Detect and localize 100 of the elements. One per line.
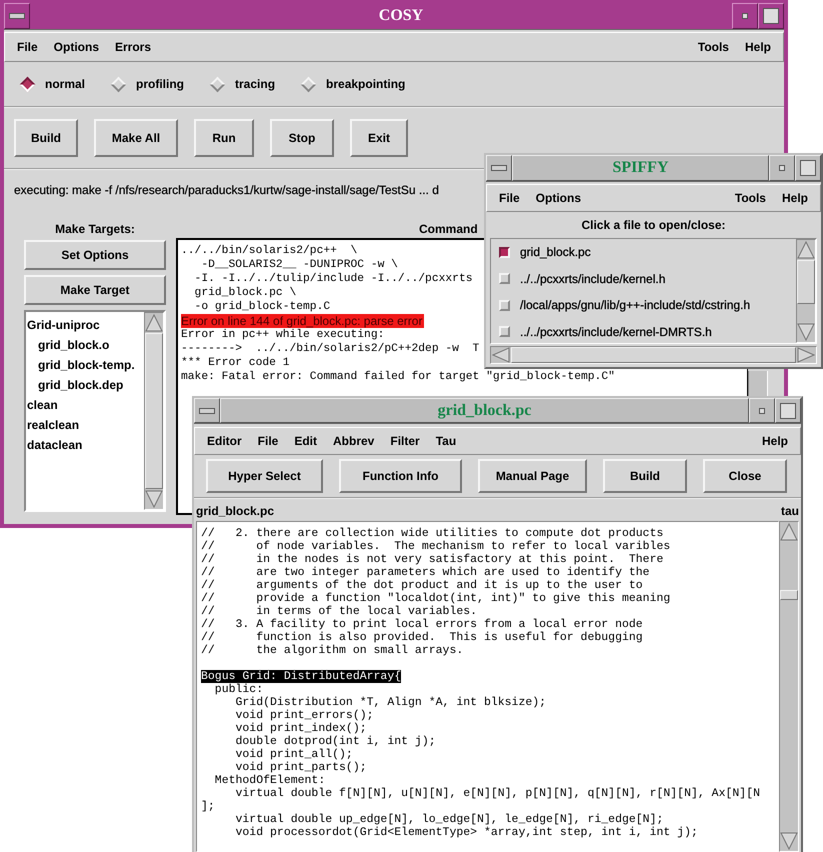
section-label: Command xyxy=(419,222,478,236)
menu-item[interactable]: Tools xyxy=(726,189,774,207)
toolbar-button[interactable]: Stop xyxy=(270,119,334,157)
radio-label[interactable]: breakpointing xyxy=(326,77,406,91)
target-item[interactable]: dataclean xyxy=(26,435,144,455)
radio-label[interactable]: normal xyxy=(45,77,86,91)
output-line: -I. -I../../tulip/include -I../../pcxxrts xyxy=(194,273,473,285)
checkbox[interactable] xyxy=(499,246,510,258)
window-menu-icon[interactable] xyxy=(491,165,507,171)
output-line: make: Fatal error: Command failed for target "grid_block-temp.C" xyxy=(181,371,615,383)
menu-item[interactable]: Tools xyxy=(690,38,737,56)
minimize-icon[interactable] xyxy=(779,165,785,171)
scrollbar[interactable] xyxy=(779,521,799,852)
code-line: void print_index(); xyxy=(234,722,367,735)
path-entry[interactable]: ../../pcxxrts/include/kernel-DMRTS.h xyxy=(520,324,712,339)
target-item[interactable]: clean xyxy=(26,395,144,415)
code-comment: // in terms of the local variables. xyxy=(201,605,478,618)
scroll-right-icon[interactable] xyxy=(796,347,816,363)
code-comment: // arguments of the dot product and it is up to the user to xyxy=(201,579,643,592)
action-button[interactable]: Make Target xyxy=(24,275,166,305)
toolbar-button[interactable]: Build xyxy=(14,119,78,157)
target-item[interactable]: Grid-uniproc xyxy=(26,315,144,335)
scrollbar-thumb[interactable] xyxy=(780,590,798,600)
code-comment: // are two integer parameters which are used to identify the xyxy=(201,566,650,579)
menu-item[interactable]: Options xyxy=(528,189,589,207)
scroll-left-icon[interactable] xyxy=(491,347,511,363)
file-name-label: grid_block.pc xyxy=(196,504,274,518)
window-menu-icon[interactable] xyxy=(9,13,25,19)
toolbar-button[interactable]: Make All xyxy=(94,119,178,157)
minimize-icon[interactable] xyxy=(742,13,748,19)
code-comment: // provide a function "localdot(int, int)" to give this meaning xyxy=(201,592,670,605)
menu-item[interactable]: Errors xyxy=(107,38,160,56)
menu-item[interactable]: Edit xyxy=(286,432,326,450)
action-button[interactable]: Set Options xyxy=(24,240,166,270)
code-line: void print_all(); xyxy=(234,748,353,761)
code-line: virtual double f[N][N], u[N][N], e[N][N], p[N][N], q[N][N], r[N][N], Ax[N][N xyxy=(234,787,760,800)
menu-item[interactable]: Help xyxy=(736,38,779,56)
code-line: double dotprod(int i, int j); xyxy=(234,735,436,748)
toolbar-button[interactable]: Exit xyxy=(350,119,408,157)
path-entry[interactable]: ../../pcxxrts/include/kernel.h xyxy=(520,272,666,286)
scroll-up-icon[interactable] xyxy=(797,240,815,260)
maximize-icon[interactable] xyxy=(763,8,779,24)
maximize-icon[interactable] xyxy=(800,160,816,176)
menu-item[interactable]: File xyxy=(250,432,286,450)
code-line: Grid(Distribution *T, Align *A, int blksize); xyxy=(234,696,546,709)
toolbar-button[interactable]: Close xyxy=(703,459,787,493)
window-title: SPIFFY xyxy=(612,159,670,177)
radio-label[interactable]: profiling xyxy=(136,77,184,91)
maximize-icon[interactable] xyxy=(780,402,796,418)
scroll-down-icon[interactable] xyxy=(797,322,815,342)
code-line: virtual double up_edge[N], lo_edge[N], le_edge[N], ri_edge[N]; xyxy=(234,813,664,826)
menu-item[interactable]: Help xyxy=(774,189,816,207)
code-line: MethodOfElement: xyxy=(214,774,326,787)
code-comment: // 2. there are collection wide utilities to compute dot products xyxy=(201,527,664,540)
scrollbar[interactable] xyxy=(490,346,817,364)
error-message: Error on line 144 of grid_block.pc: parse error xyxy=(181,314,424,328)
menu-item[interactable]: Help xyxy=(754,432,796,450)
code-line: void print_parts(); xyxy=(234,761,367,774)
toolbar-button[interactable]: Hyper Select xyxy=(206,459,323,493)
code-line: ]; xyxy=(201,800,215,813)
target-item[interactable]: grid_block.dep xyxy=(26,375,144,395)
output-line: *** Error code 1 xyxy=(181,357,290,369)
toolbar-button[interactable]: Build xyxy=(603,459,687,493)
code-comment: // of node variables. The mechanism to refer to local varibles xyxy=(201,540,670,553)
code-comment: // 3. A facility to print local errors from a local error node xyxy=(201,618,643,631)
menu-item[interactable]: Options xyxy=(46,38,107,56)
scrollbar[interactable] xyxy=(144,312,164,510)
menu-item[interactable]: Tau xyxy=(428,432,464,450)
output-line: --------> ../../bin/solaris2/pC++2dep -w T xyxy=(181,343,480,355)
output-line: -o grid_block-temp.C xyxy=(194,301,330,313)
scrollbar[interactable] xyxy=(796,239,816,343)
code-comment: // function is also provided. This is useful for debugging xyxy=(201,631,643,644)
code-comment: // the algorithm on small arrays. xyxy=(201,644,464,657)
output-line: ../../bin/solaris2/pc++ \ xyxy=(181,245,358,257)
target-item[interactable]: realclean xyxy=(26,415,144,435)
menu-item[interactable]: Editor xyxy=(199,432,250,450)
output-line: Error in pc++ while executing: xyxy=(181,329,384,341)
target-item[interactable]: grid_block-temp. xyxy=(26,355,144,375)
target-item[interactable]: grid_block.o xyxy=(26,335,144,355)
mode-label: tau xyxy=(781,504,799,518)
menu-item[interactable]: File xyxy=(491,189,528,207)
toolbar-button[interactable]: Manual Page xyxy=(478,459,587,493)
path-entry[interactable]: grid_block.pc xyxy=(520,245,591,260)
code-comment: // in the nodes is not very satisfactory at this point. There xyxy=(201,553,664,566)
window-title: COSY xyxy=(378,7,424,25)
toolbar-button[interactable]: Function Info xyxy=(339,459,462,493)
path-entry[interactable]: /local/apps/gnu/lib/g++-include/std/cstring.h xyxy=(520,298,750,312)
code-line: public: xyxy=(214,683,264,696)
minimize-icon[interactable] xyxy=(759,408,765,414)
toolbar-button[interactable]: Run xyxy=(194,119,254,157)
window-menu-icon[interactable] xyxy=(199,408,215,414)
instruction-text: Click a file to open/close: xyxy=(581,218,726,232)
menu-item[interactable]: File xyxy=(9,38,46,56)
window-title: grid_block.pc xyxy=(436,402,532,420)
section-label: Make Targets: xyxy=(55,222,135,236)
radio-label[interactable]: tracing xyxy=(235,77,276,91)
menu-item[interactable]: Abbrev xyxy=(325,432,382,450)
code-line: void print_errors(); xyxy=(234,709,374,722)
menu-item[interactable]: Filter xyxy=(382,432,428,450)
output-line: grid_block.pc \ xyxy=(194,287,296,299)
